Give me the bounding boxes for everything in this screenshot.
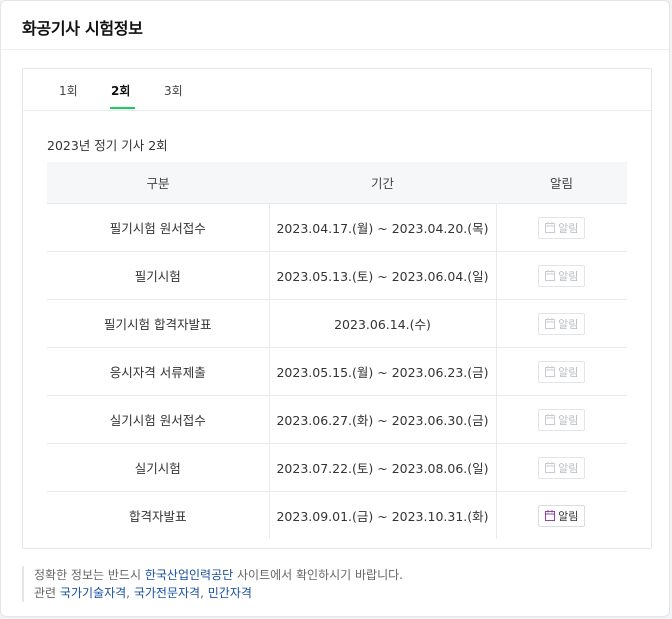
calendar-icon	[545, 462, 556, 473]
tab-round-1[interactable]: 1회	[59, 82, 78, 99]
calendar-icon	[545, 510, 556, 521]
table-row: 응시자격 서류제출 2023.05.15.(월) ~ 2023.06.23.(금)…	[47, 347, 627, 396]
exam-info-card: 화공기사 시험정보 1회 2회 3회 2023년 정기 기사 2회 구분 기간 …	[0, 0, 670, 617]
schedule-panel: 1회 2회 3회 2023년 정기 기사 2회 구분 기간 알림 필기시험 원서…	[22, 68, 652, 549]
alarm-button-label: 알림	[558, 221, 579, 235]
alarm-button[interactable]: 알림	[538, 504, 586, 527]
alarm-button-label: 알림	[558, 317, 579, 331]
notice-prefix: 정확한 정보는 반드시	[34, 568, 141, 582]
schedule-category: 실기시험 원서접수	[47, 395, 269, 444]
calendar-icon	[545, 366, 556, 377]
national-professional-qualification-link[interactable]: 국가전문자격	[134, 586, 200, 600]
schedule-category: 실기시험	[47, 443, 269, 492]
schedule-category: 합격자발표	[128, 509, 187, 524]
alarm-button-label: 알림	[558, 461, 579, 475]
tab-round-3[interactable]: 3회	[164, 82, 183, 99]
alarm-button[interactable]: 알림	[538, 408, 586, 431]
notice-suffix: 사이트에서 확인하시기 바랍니다.	[236, 568, 403, 582]
alarm-button-label: 알림	[558, 509, 579, 523]
alarm-button[interactable]: 알림	[538, 456, 586, 479]
schedule-period: 2023.05.13.(토) ~ 2023.06.04.(일)	[268, 251, 496, 300]
schedule-table: 구분 기간 알림 필기시험 원서접수 2023.04.17.(월) ~ 2023.…	[47, 162, 627, 539]
calendar-icon	[545, 222, 556, 233]
alarm-button[interactable]: 알림	[538, 312, 586, 335]
alarm-button[interactable]: 알림	[538, 360, 586, 383]
table-row: 실기시험 2023.07.22.(토) ~ 2023.08.06.(일) 알림	[47, 443, 627, 492]
table-row: 필기시험 2023.05.13.(토) ~ 2023.06.04.(일) 알림	[47, 251, 627, 300]
schedule-period: 2023.04.17.(월) ~ 2023.04.20.(목)	[268, 203, 496, 252]
hrdkorea-link[interactable]: 한국산업인력공단	[145, 568, 233, 582]
calendar-icon	[545, 270, 556, 281]
alarm-button-label: 알림	[558, 413, 579, 427]
active-tab-indicator	[110, 107, 135, 109]
notice: 정확한 정보는 반드시 한국산업인력공단 사이트에서 확인하시기 바랍니다. 관…	[22, 566, 403, 602]
schedule-subtitle: 2023년 정기 기사 2회	[47, 138, 168, 153]
related-label: 관련	[34, 586, 57, 600]
schedule-period: 2023.06.14.(수)	[268, 299, 496, 348]
schedule-category: 필기시험 원서접수	[47, 203, 269, 252]
national-technical-qualification-link[interactable]: 국가기술자격	[60, 586, 126, 600]
schedule-period: 2023.06.27.(화) ~ 2023.06.30.(금)	[268, 395, 496, 444]
calendar-icon	[545, 414, 556, 425]
table-header-row: 구분 기간 알림	[47, 162, 627, 204]
round-tabs: 1회 2회 3회	[23, 69, 651, 111]
table-row: 실기시험 원서접수 2023.06.27.(화) ~ 2023.06.30.(금)…	[47, 395, 627, 444]
schedule-category: 필기시험 합격자발표	[47, 299, 269, 348]
schedule-period: 2023.07.22.(토) ~ 2023.08.06.(일)	[268, 443, 496, 492]
alarm-button[interactable]: 알림	[538, 216, 586, 239]
title-divider	[1, 49, 669, 50]
schedule-category: 필기시험	[47, 251, 269, 300]
calendar-icon	[545, 318, 556, 329]
header-period: 기간	[269, 162, 496, 204]
table-row: 필기시험 원서접수 2023.04.17.(월) ~ 2023.04.20.(목)…	[47, 203, 627, 252]
page-title: 화공기사 시험정보	[22, 19, 143, 38]
notice-line-1: 정확한 정보는 반드시 한국산업인력공단 사이트에서 확인하시기 바랍니다.	[34, 566, 403, 584]
alarm-button-label: 알림	[558, 269, 579, 283]
alarm-button[interactable]: 알림	[538, 264, 586, 287]
alarm-button-label: 알림	[558, 365, 579, 379]
private-qualification-link[interactable]: 민간자격	[208, 586, 252, 600]
schedule-period: 2023.09.01.(금) ~ 2023.10.31.(화)	[268, 491, 496, 539]
table-row: 필기시험 합격자발표 2023.06.14.(수) 알림	[47, 299, 627, 348]
header-category: 구분	[47, 162, 269, 204]
notice-line-2: 관련 국가기술자격, 국가전문자격, 민간자격	[34, 586, 252, 600]
table-row: 합격자발표 2023.09.01.(금) ~ 2023.10.31.(화) 알림	[47, 491, 627, 539]
header-alarm: 알림	[496, 162, 627, 204]
schedule-category: 응시자격 서류제출	[47, 347, 269, 396]
schedule-period: 2023.05.15.(월) ~ 2023.06.23.(금)	[268, 347, 496, 396]
tab-round-2[interactable]: 2회	[111, 82, 130, 99]
